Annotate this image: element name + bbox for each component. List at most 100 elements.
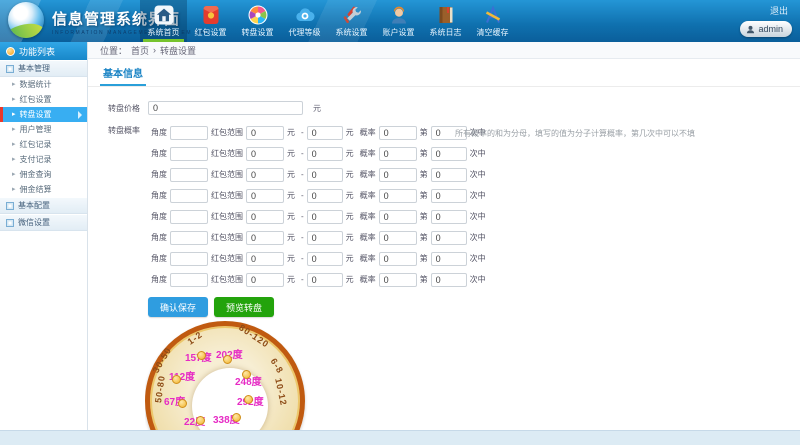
sidebar-section-basic-config[interactable]: 基本配置	[0, 197, 87, 214]
color-wheel-icon	[247, 4, 269, 26]
prob-input[interactable]	[379, 210, 417, 224]
prob-input[interactable]	[379, 147, 417, 161]
times-label: 次中	[470, 253, 486, 264]
breadcrumb-home-link[interactable]: 首页	[131, 44, 149, 57]
nth-input[interactable]	[431, 231, 467, 245]
nth-input[interactable]	[431, 168, 467, 182]
range-min-input[interactable]	[246, 126, 284, 140]
range-min-input[interactable]	[246, 252, 284, 266]
nth-input[interactable]	[431, 189, 467, 203]
range-max-input[interactable]	[307, 273, 343, 287]
range-min-input[interactable]	[246, 189, 284, 203]
sidebar-item[interactable]: ▸ 数据统计	[0, 77, 87, 92]
nav-item-wheel[interactable]: 转盘设置	[234, 0, 281, 42]
range-min-input[interactable]	[246, 231, 284, 245]
tab-basic-info[interactable]: 基本信息	[100, 65, 146, 86]
range-min-input[interactable]	[246, 273, 284, 287]
prob-label: 概率	[360, 253, 376, 264]
angle-label: 角度	[151, 274, 167, 285]
logout-link[interactable]: 退出	[770, 4, 788, 17]
price-row: 转盘价格 元	[88, 97, 800, 119]
angle-input[interactable]	[170, 231, 208, 245]
nth-input[interactable]	[431, 210, 467, 224]
nth-label: 第	[420, 127, 428, 138]
probability-row: 角度 红包范围 元 - 元 概率 第 次中	[148, 230, 489, 245]
angle-input[interactable]	[170, 252, 208, 266]
nav-item-agent-level[interactable]: 代理等级	[281, 0, 328, 42]
prob-input[interactable]	[379, 168, 417, 182]
range-min-input[interactable]	[246, 168, 284, 182]
angle-input[interactable]	[170, 147, 208, 161]
range-max-input[interactable]	[307, 210, 343, 224]
angle-input[interactable]	[170, 168, 208, 182]
angle-input[interactable]	[170, 210, 208, 224]
nav-item-system-settings[interactable]: 系统设置	[328, 0, 375, 42]
nav-item-redpacket[interactable]: 红包设置	[187, 0, 234, 42]
times-label: 次中	[470, 232, 486, 243]
angle-input[interactable]	[170, 273, 208, 287]
price-unit: 元	[313, 103, 321, 114]
probability-help-text: 所有概率的和为分母，填写的值为分子计算概率，第几次中可以不填	[455, 128, 695, 139]
sidebar-item[interactable]: ▸ 用户管理	[0, 122, 87, 137]
angle-label: 角度	[151, 232, 167, 243]
sidebar-section-wechat-settings[interactable]: 微信设置	[0, 214, 87, 231]
range-max-input[interactable]	[307, 189, 343, 203]
nav-item-account-settings[interactable]: 账户设置	[375, 0, 422, 42]
section-icon	[6, 65, 14, 73]
nth-input[interactable]	[431, 252, 467, 266]
sidebar-item[interactable]: ▸ 转盘设置	[0, 107, 87, 122]
nth-label: 第	[420, 232, 428, 243]
range-max-input[interactable]	[307, 252, 343, 266]
nth-input[interactable]	[431, 273, 467, 287]
bullet-icon: ▸	[12, 126, 16, 133]
price-input[interactable]	[148, 101, 303, 115]
nth-input[interactable]	[431, 147, 467, 161]
angle-input[interactable]	[170, 126, 208, 140]
range-dash: -	[301, 275, 304, 284]
range-max-input[interactable]	[307, 168, 343, 182]
nav-item-clear-cache[interactable]: 清空缓存	[469, 0, 516, 42]
range-max-input[interactable]	[307, 231, 343, 245]
yuan-unit: 元	[287, 127, 295, 138]
function-list-icon	[6, 47, 15, 56]
nav-item-home[interactable]: 系统首页	[140, 0, 187, 42]
bullet-icon: ▸	[12, 156, 16, 163]
prob-input[interactable]	[379, 189, 417, 203]
yuan-unit: 元	[346, 169, 354, 180]
save-button[interactable]: 确认保存	[148, 297, 208, 317]
sidebar-item[interactable]: ▸ 支付记录	[0, 152, 87, 167]
range-min-input[interactable]	[246, 147, 284, 161]
nav-item-system-log[interactable]: 系统日志	[422, 0, 469, 42]
range-max-input[interactable]	[307, 126, 343, 140]
prob-input[interactable]	[379, 231, 417, 245]
sidebar-item[interactable]: ▸ 佣金结算	[0, 182, 87, 197]
user-menu-button[interactable]: admin	[740, 21, 792, 37]
probability-row: 角度 红包范围 元 - 元 概率 第 次中	[148, 209, 489, 224]
nth-label: 第	[420, 148, 428, 159]
coin-icon	[196, 416, 205, 425]
prob-input[interactable]	[379, 252, 417, 266]
book-icon	[435, 4, 457, 26]
logo-sphere-icon	[8, 2, 44, 38]
yuan-unit: 元	[287, 148, 295, 159]
sidebar-header: 功能列表	[0, 42, 87, 60]
preview-wheel-button[interactable]: 预览转盘	[214, 297, 274, 317]
probability-row: 角度 红包范围 元 - 元 概率 第 次中	[148, 251, 489, 266]
sidebar-section-basic-management[interactable]: 基本管理	[0, 60, 87, 77]
prob-input[interactable]	[379, 273, 417, 287]
prob-input[interactable]	[379, 126, 417, 140]
username: admin	[758, 24, 783, 34]
range-max-input[interactable]	[307, 147, 343, 161]
angle-label: 角度	[151, 253, 167, 264]
prob-label: 概率	[360, 190, 376, 201]
sidebar-item[interactable]: ▸ 红包设置	[0, 92, 87, 107]
sidebar-item[interactable]: ▸ 佣金查询	[0, 167, 87, 182]
angle-input[interactable]	[170, 189, 208, 203]
angle-label: 角度	[151, 127, 167, 138]
range-min-input[interactable]	[246, 210, 284, 224]
probability-row: 角度 红包范围 元 - 元 概率 第 次中	[148, 272, 489, 287]
probability-row: 角度 红包范围 元 - 元 概率 第 次中	[148, 188, 489, 203]
sidebar-item[interactable]: ▸ 红包记录	[0, 137, 87, 152]
coin-icon	[232, 413, 241, 422]
coin-icon	[178, 399, 187, 408]
